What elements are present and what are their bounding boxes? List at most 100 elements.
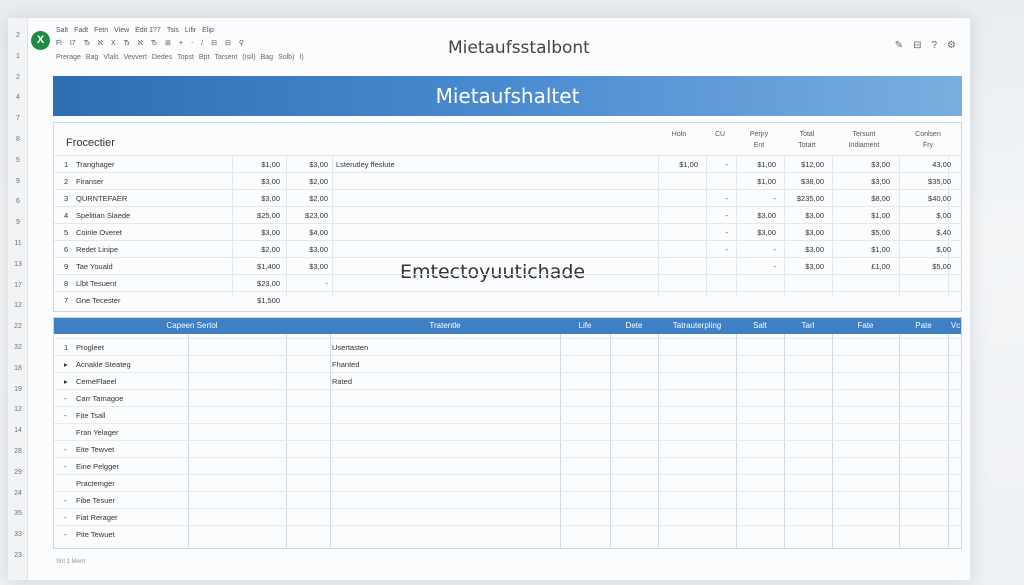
- pencil-icon[interactable]: ✎: [895, 40, 903, 51]
- detail-row[interactable]: - Fibe Tesuer: [54, 491, 961, 508]
- toolbar-button[interactable]: ⊞: [165, 40, 171, 47]
- row-number[interactable]: 22: [8, 323, 28, 330]
- toolbar-button[interactable]: ℵ: [98, 40, 103, 47]
- ribbon-tab[interactable]: Solb): [278, 54, 294, 61]
- ribbon-tab[interactable]: Vevvert: [124, 54, 147, 61]
- row-number[interactable]: 4: [8, 94, 28, 101]
- row-number[interactable]: 24: [8, 490, 28, 497]
- ribbon-tab[interactable]: I): [299, 54, 303, 61]
- detail-row[interactable]: - Eite Tewvet: [54, 440, 961, 457]
- summary-row[interactable]: 7 Gne Tecester $1,500: [54, 291, 961, 308]
- detail-row[interactable]: - Pite Tewuet: [54, 525, 961, 542]
- menu-item[interactable]: View: [114, 27, 129, 34]
- settings-icon[interactable]: ⚙: [947, 40, 956, 51]
- row-number[interactable]: 9: [8, 219, 28, 226]
- ribbon-tab[interactable]: (Isil): [242, 54, 255, 61]
- row-number[interactable]: 1: [8, 53, 28, 60]
- row-number[interactable]: 32: [8, 344, 28, 351]
- toolbar-button[interactable]: I7: [70, 40, 76, 47]
- toolbar-button[interactable]: Ђ: [84, 40, 90, 47]
- toolbar-button[interactable]: /: [201, 40, 203, 47]
- row-index: 9: [64, 262, 69, 271]
- value-cell: $1,00: [757, 160, 776, 169]
- row-number[interactable]: 14: [8, 427, 28, 434]
- menu-item[interactable]: Salt: [56, 27, 68, 34]
- summary-row[interactable]: 3 QURNTEFAER $3,00 $2,00 - - $235,00 $8,00 $40,0…: [54, 189, 961, 206]
- summary-row[interactable]: 8 Llbt Tesuent $23,00 -: [54, 274, 961, 291]
- detail-row[interactable]: - Eine Pelgger: [54, 457, 961, 474]
- summary-row[interactable]: 5 Coinle Overet $3,00 $4,00 - $3,00 $3,00 $5,00…: [54, 223, 961, 240]
- row-number[interactable]: 18: [8, 365, 28, 372]
- menu-item[interactable]: Tsis: [167, 27, 179, 34]
- menu-item[interactable]: Elip: [202, 27, 214, 34]
- detail-row[interactable]: Practemger: [54, 474, 961, 491]
- row-number[interactable]: 23: [8, 552, 28, 559]
- folder-icon[interactable]: ⊟: [913, 40, 921, 51]
- row-number[interactable]: 7: [8, 115, 28, 122]
- toolbar-button[interactable]: ⊟: [211, 40, 217, 47]
- toolbar-button[interactable]: ⋅: [191, 40, 193, 47]
- toolbar-button[interactable]: +: [179, 40, 183, 47]
- help-icon[interactable]: ?: [931, 40, 937, 51]
- ribbon-tab[interactable]: Prerage: [56, 54, 81, 61]
- row-number[interactable]: 6: [8, 198, 28, 205]
- ribbon-tab[interactable]: Bag: [261, 54, 273, 61]
- detail-row[interactable]: ▸ Acnakle Steateg Fhanted: [54, 355, 961, 372]
- detail-column-header: Vc: [950, 321, 961, 330]
- toolbar-button[interactable]: ℵ: [138, 40, 143, 47]
- toolbar-button[interactable]: X: [111, 40, 116, 47]
- toolbar-button[interactable]: ⊟: [225, 40, 231, 47]
- row-number[interactable]: 5: [8, 157, 28, 164]
- toolbar-button[interactable]: ⚲: [239, 40, 244, 47]
- ribbon-tab[interactable]: Bag: [86, 54, 98, 61]
- menu-item[interactable]: Fetn: [94, 27, 108, 34]
- summary-row[interactable]: 9 Tae Youald $1,400 $3,00 - $3,00 £1,00 $5,00: [54, 257, 961, 274]
- row-number[interactable]: 17: [8, 282, 28, 289]
- row-number[interactable]: 19: [8, 386, 28, 393]
- detail-column-header: Tratentle: [429, 321, 461, 330]
- row-number[interactable]: 11: [8, 240, 28, 247]
- detail-column-header: Capeen Sertol: [166, 321, 218, 330]
- menu-item[interactable]: Edit 1?7: [135, 27, 161, 34]
- ribbon-tab[interactable]: Tarsent: [214, 54, 237, 61]
- row-number[interactable]: 8: [8, 136, 28, 143]
- row-number[interactable]: 12: [8, 406, 28, 413]
- ribbon-tab[interactable]: Topst: [177, 54, 194, 61]
- menu-item[interactable]: Fadt: [74, 27, 88, 34]
- row-number[interactable]: 33: [8, 531, 28, 538]
- detail-row[interactable]: - Carr Tamagoe: [54, 389, 961, 406]
- row-number[interactable]: 13: [8, 261, 28, 268]
- row-number[interactable]: 28: [8, 448, 28, 455]
- row-index: 5: [64, 228, 69, 237]
- toolbar-button[interactable]: Ђ: [151, 40, 157, 47]
- detail-row[interactable]: 1 Progleet Usertasten: [54, 338, 961, 355]
- ribbon-tab[interactable]: Bpt: [199, 54, 210, 61]
- excel-app-icon[interactable]: X: [31, 31, 50, 50]
- toolbar-button[interactable]: Ђ: [124, 40, 130, 47]
- detail-row[interactable]: - Fite Tsall: [54, 406, 961, 423]
- menu-item[interactable]: Lifir: [185, 27, 196, 34]
- summary-row[interactable]: 4 Spelitian Slaede $25,00 $23,00 - $3,00 $3,00…: [54, 206, 961, 223]
- row-number[interactable]: 9: [8, 178, 28, 185]
- row-number[interactable]: 29: [8, 469, 28, 476]
- amount-a: $1,00: [261, 160, 280, 169]
- toolbar-button[interactable]: Fl: [56, 40, 62, 47]
- row-number[interactable]: 12: [8, 302, 28, 309]
- row-number[interactable]: 2: [8, 32, 28, 39]
- row-number[interactable]: 35: [8, 510, 28, 517]
- summary-row[interactable]: 6 Redet Linipe $2,00 $3,00 - - $3,00 $1,00 $,00: [54, 240, 961, 257]
- row-index: 7: [64, 296, 69, 305]
- detail-column-header: Tarl: [801, 321, 815, 330]
- item-name: CemeFlaeel: [76, 377, 117, 386]
- summary-row[interactable]: 1 Tranghager $1,00 $3,00 Lsterutley ffeslute…: [54, 155, 961, 172]
- item-name: Coinle Overet: [76, 228, 122, 237]
- value-cell: -: [773, 262, 777, 271]
- ribbon-tab[interactable]: Dedes: [152, 54, 172, 61]
- value-cell: $40,00: [928, 194, 951, 203]
- row-number[interactable]: 2: [8, 74, 28, 81]
- detail-row[interactable]: Fran Yelager: [54, 423, 961, 440]
- ribbon-tab[interactable]: Vlals: [103, 54, 118, 61]
- summary-row[interactable]: 2 Firanser $3,00 $2,00 $1,00 $38,00 $3,00 $35,0…: [54, 172, 961, 189]
- detail-row[interactable]: ▸ CemeFlaeel Rated: [54, 372, 961, 389]
- detail-row[interactable]: - Fiat Rerager: [54, 508, 961, 525]
